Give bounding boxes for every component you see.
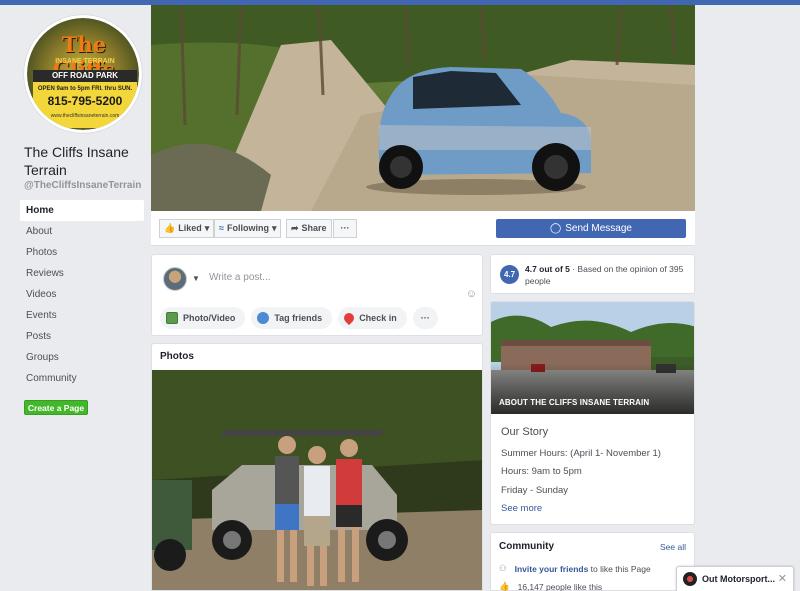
invite-row: ⚇ Invite your friends to like this Page bbox=[499, 563, 651, 574]
liked-label: Liked bbox=[178, 223, 202, 233]
rss-icon: ≈ bbox=[219, 223, 224, 233]
composer-options: Photo/Video Tag friends Check in ··· bbox=[160, 307, 438, 329]
photo-video-button[interactable]: Photo/Video bbox=[160, 307, 246, 329]
page-handle[interactable]: @TheCliffsInsaneTerrain bbox=[24, 180, 141, 191]
cover-image bbox=[151, 5, 695, 211]
create-page-button[interactable]: Create a Page bbox=[24, 400, 88, 415]
story-line: Friday - Sunday bbox=[501, 485, 569, 496]
community-card: Community See all ⚇ Invite your friends … bbox=[490, 532, 695, 591]
check-in-label: Check in bbox=[359, 313, 397, 323]
invite-text: Invite your friends to like this Page bbox=[515, 564, 651, 574]
logo-phone: 815-795-5200 bbox=[47, 94, 123, 108]
photo-image bbox=[152, 370, 482, 590]
page-title[interactable]: The Cliffs Insane Terrain bbox=[24, 143, 144, 179]
share-button[interactable]: ➦ Share bbox=[286, 219, 332, 238]
share-label: Share bbox=[301, 223, 327, 233]
photos-section: Photos bbox=[151, 343, 483, 591]
location-pin-icon bbox=[342, 310, 357, 326]
logo-band: OFF ROAD PARK bbox=[33, 70, 137, 82]
close-icon[interactable]: ✕ bbox=[778, 572, 787, 585]
chat-avatar bbox=[683, 572, 697, 586]
left-column: The Cliffs INSANE TERRAIN OFF ROAD PARK … bbox=[0, 5, 148, 591]
logo-url: www.thecliffsinsaneterrain.com bbox=[50, 113, 120, 119]
nav-item-groups[interactable]: Groups bbox=[20, 347, 144, 368]
about-card: ABOUT THE CLIFFS INSANE TERRAIN Our Stor… bbox=[490, 301, 695, 525]
chevron-down-icon[interactable]: ▼ bbox=[192, 274, 200, 283]
nav-item-about[interactable]: About bbox=[20, 221, 144, 242]
logo-subtext: INSANE TERRAIN bbox=[55, 58, 115, 65]
photo-icon bbox=[166, 312, 178, 324]
rating-card[interactable]: 4.7 4.7 out of 5 · Based on the opinion … bbox=[490, 254, 695, 294]
tag-friends-icon bbox=[257, 312, 270, 324]
our-story-title: Our Story bbox=[501, 426, 549, 438]
nav-item-videos[interactable]: Videos bbox=[20, 284, 144, 305]
cover-photo[interactable] bbox=[151, 5, 695, 211]
see-all-link[interactable]: See all bbox=[660, 542, 686, 552]
emoji-icon[interactable]: ☺ bbox=[466, 288, 477, 300]
nav-item-events[interactable]: Events bbox=[20, 305, 144, 326]
page-actions-bar: 👍 Liked ▾ ≈ Following ▾ ➦ Share ··· ◯ Se… bbox=[151, 211, 695, 246]
about-photo[interactable]: ABOUT THE CLIFFS INSANE TERRAIN bbox=[491, 302, 694, 414]
thumbs-up-icon: 👍 bbox=[164, 223, 176, 233]
user-avatar[interactable] bbox=[163, 267, 187, 291]
post-composer: ▼ Write a post... ☺ Photo/Video Tag frie… bbox=[151, 254, 483, 336]
see-more-link[interactable]: See more bbox=[501, 503, 542, 514]
community-title[interactable]: Community bbox=[499, 541, 554, 552]
story-line: Hours: 9am to 5pm bbox=[501, 466, 582, 477]
logo-hours: OPEN 9am to 5pm FRI. thru SUN. bbox=[37, 86, 133, 92]
nav-item-posts[interactable]: Posts bbox=[20, 326, 144, 347]
send-message-label: Send Message bbox=[565, 223, 632, 234]
people-icon: ⚇ bbox=[499, 563, 507, 573]
liked-button[interactable]: 👍 Liked ▾ bbox=[159, 219, 215, 238]
following-label: Following bbox=[226, 223, 269, 233]
post-input[interactable]: Write a post... bbox=[209, 272, 271, 283]
chevron-down-icon: ▾ bbox=[271, 223, 277, 233]
photos-title[interactable]: Photos bbox=[160, 351, 194, 362]
photo-video-label: Photo/Video bbox=[183, 313, 236, 323]
photo-thumbnail[interactable] bbox=[152, 370, 482, 590]
following-button[interactable]: ≈ Following ▾ bbox=[214, 219, 282, 238]
nav-item-community[interactable]: Community bbox=[20, 368, 144, 389]
messenger-icon: ◯ bbox=[550, 223, 562, 234]
profile-logo: The Cliffs INSANE TERRAIN OFF ROAD PARK … bbox=[27, 18, 139, 130]
more-actions-button[interactable]: ··· bbox=[333, 219, 357, 238]
invite-rest: to like this Page bbox=[588, 563, 651, 574]
likes-count: 16,147 people like this bbox=[517, 581, 603, 591]
rating-score: 4.7 bbox=[500, 265, 519, 284]
rating-text: 4.7 out of 5 · Based on the opinion of 3… bbox=[525, 263, 690, 287]
more-options-button[interactable]: ··· bbox=[412, 307, 438, 329]
check-in-button[interactable]: Check in bbox=[338, 307, 407, 329]
chat-tab[interactable]: Out Motorsport... ✕ bbox=[676, 566, 794, 591]
about-caption: ABOUT THE CLIFFS INSANE TERRAIN bbox=[499, 398, 650, 407]
tag-friends-label: Tag friends bbox=[274, 313, 323, 323]
rating-summary: 4.7 out of 5 bbox=[525, 264, 570, 274]
story-line: Summer Hours: (April 1- November 1) bbox=[501, 448, 661, 459]
nav-item-photos[interactable]: Photos bbox=[20, 242, 144, 263]
likes-row: 👍 16,147 people like this bbox=[499, 581, 602, 591]
share-icon: ➦ bbox=[291, 223, 299, 233]
thumbs-up-icon: 👍 bbox=[499, 581, 510, 591]
nav-item-reviews[interactable]: Reviews bbox=[20, 263, 144, 284]
invite-friends-link[interactable]: Invite your friends bbox=[515, 564, 589, 574]
chevron-down-icon: ▾ bbox=[204, 223, 210, 233]
page-nav: Home About Photos Reviews Videos Events … bbox=[20, 200, 144, 389]
chat-name: Out Motorsport... bbox=[702, 574, 775, 584]
send-message-button[interactable]: ◯ Send Message bbox=[496, 219, 686, 238]
tag-friends-button[interactable]: Tag friends bbox=[251, 307, 333, 329]
nav-item-home[interactable]: Home bbox=[20, 200, 144, 221]
profile-picture[interactable]: The Cliffs INSANE TERRAIN OFF ROAD PARK … bbox=[24, 15, 142, 133]
